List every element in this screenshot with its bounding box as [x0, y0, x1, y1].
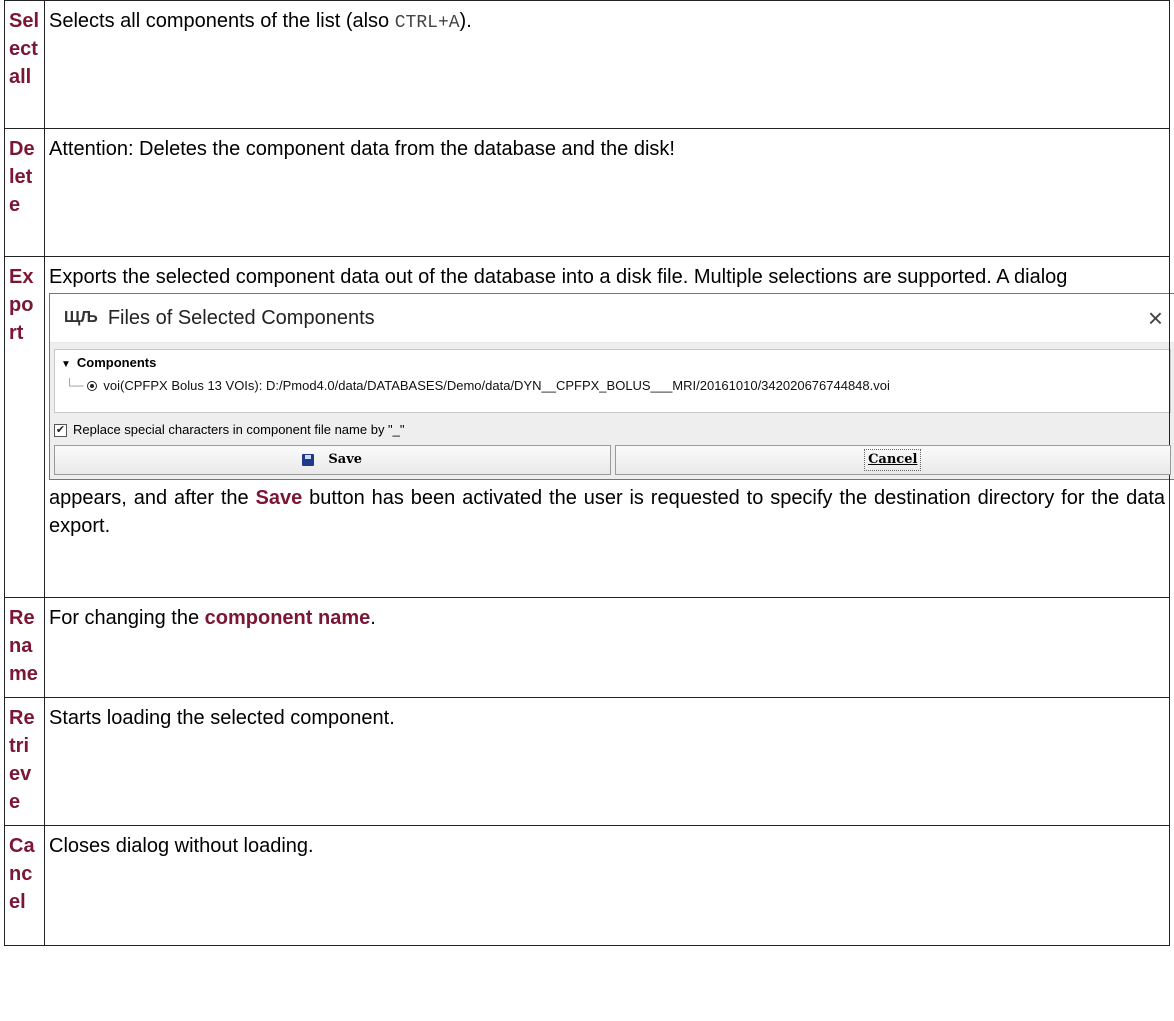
expand-triangle-icon[interactable]: ▼: [61, 359, 71, 370]
replace-chars-row: ✔ Replace special characters in componen…: [54, 419, 1171, 441]
desc-delete: Attention: Deletes the component data fr…: [44, 128, 1170, 257]
desc-export: Exports the selected component data out …: [44, 256, 1174, 598]
reference-table: Select all Selects all components of the…: [4, 0, 1174, 946]
voi-node-icon: [87, 381, 98, 391]
replace-chars-label: Replace special characters in component …: [73, 422, 405, 437]
table-row: Rename For changing the component name.: [4, 597, 1170, 698]
table-row: Select all Selects all components of the…: [4, 0, 1170, 129]
table-row: Delete Attention: Deletes the component …: [4, 128, 1170, 257]
term-retrieve: Retrieve: [4, 697, 45, 826]
dialog-buttons: Save Cancel: [54, 445, 1171, 475]
dialog-body: ▼ Components └─ voi(CPFPX Bolus 13 VOIs): …: [50, 343, 1174, 479]
desc-retrieve: Starts loading the selected component.: [44, 697, 1170, 826]
export-outro: appears, and after the Save button has b…: [49, 487, 1165, 537]
dialog-title-bar: ЩЉ Files of Selected Components ×: [50, 294, 1174, 343]
component-name-highlight: component name: [204, 607, 371, 629]
term-rename: Rename: [4, 597, 45, 698]
desc-select-all: Selects all components of the list (also…: [44, 0, 1170, 129]
cancel-button[interactable]: Cancel: [614, 445, 1171, 475]
term-select-all: Select all: [4, 0, 45, 129]
table-row: Export Exports the selected component da…: [4, 256, 1174, 598]
export-intro: Exports the selected component data out …: [49, 266, 1068, 288]
dialog-title: Files of Selected Components: [107, 307, 375, 329]
table-row: Cancel Closes dialog without loading.: [4, 825, 1170, 946]
term-export: Export: [4, 256, 45, 598]
desc-rename: For changing the component name.: [44, 597, 1170, 698]
tree-branch-icon: └─: [65, 378, 84, 393]
close-icon[interactable]: ×: [1148, 305, 1163, 331]
tree-root[interactable]: ▼ Components: [61, 354, 1164, 374]
term-delete: Delete: [4, 128, 45, 257]
desc-cancel: Closes dialog without loading.: [44, 825, 1170, 946]
shortcut-code: CTRL+A: [394, 13, 460, 33]
replace-chars-checkbox[interactable]: ✔: [54, 423, 67, 437]
tree-leaf[interactable]: └─ voi(CPFPX Bolus 13 VOIs): D:/Pmod4.0/d…: [61, 377, 1164, 395]
save-button[interactable]: Save: [54, 445, 611, 475]
table-row: Retrieve Starts loading the selected com…: [4, 697, 1170, 826]
app-icon: ЩЉ: [64, 309, 98, 326]
term-cancel: Cancel: [4, 825, 45, 946]
save-highlight: Save: [255, 487, 303, 509]
components-tree: ▼ Components └─ voi(CPFPX Bolus 13 VOIs): …: [54, 349, 1171, 413]
floppy-disk-icon: [302, 454, 315, 466]
files-dialog: ЩЉ Files of Selected Components × ▼ Compo…: [49, 293, 1174, 480]
